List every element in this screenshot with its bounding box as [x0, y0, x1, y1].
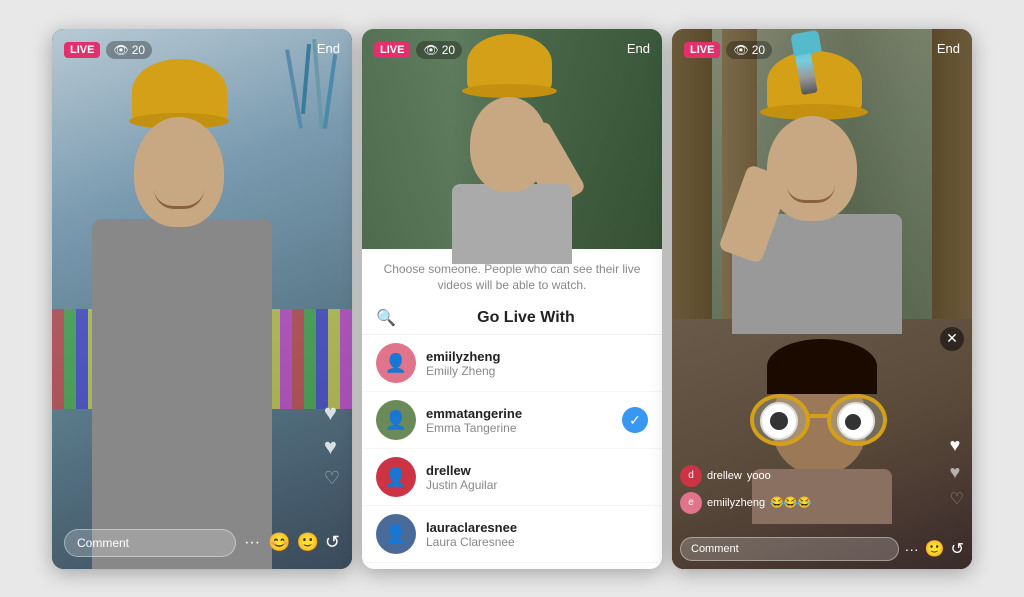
- comment-text-2: 😂😂😂: [770, 496, 811, 509]
- comment-input-s3[interactable]: Comment: [680, 537, 899, 561]
- user-item-3[interactable]: 👤 drellew Justin Aguilar: [362, 449, 662, 506]
- avatar-img-1: 👤: [376, 343, 416, 383]
- viewer-count-s1: 👁 20: [106, 41, 152, 59]
- search-icon[interactable]: 🔍: [376, 308, 396, 328]
- close-guest-button[interactable]: ✕: [940, 327, 964, 351]
- face-filter-icon-s1[interactable]: 🙂: [296, 532, 318, 553]
- viewer-count-s2: 👁 20: [416, 41, 462, 59]
- end-button-s3[interactable]: End: [937, 41, 960, 56]
- avatar-img-2: 👤: [376, 400, 416, 440]
- share-icon-s1[interactable]: ↺: [325, 532, 340, 553]
- user-list: 👤 emiilyzheng Emiily Zheng 👤 emmatangeri…: [362, 335, 662, 568]
- eye-icon-s3: 👁: [733, 43, 748, 57]
- user-handle-3: drellew: [426, 463, 648, 478]
- user-info-4: lauraclaresnee Laura Claresnee: [426, 520, 648, 549]
- selected-check-2: ✓: [622, 407, 648, 433]
- more-options-s3[interactable]: ···: [905, 541, 919, 557]
- user-item-4[interactable]: 👤 lauraclaresnee Laura Claresnee: [362, 506, 662, 563]
- comment-input-s1[interactable]: Comment: [64, 529, 236, 557]
- user-handle-2: emmatangerine: [426, 406, 622, 421]
- avatar-img-4: 👤: [376, 514, 416, 554]
- user-avatar-2: 👤: [376, 400, 416, 440]
- comment-text-1: yooo: [747, 470, 771, 482]
- screen2-video: LIVE 👁 20 End: [362, 29, 662, 249]
- user-info-3: drellew Justin Aguilar: [426, 463, 648, 492]
- hearts-s1: ♥ ♥ ♡: [324, 400, 340, 489]
- user-avatar-3: 👤: [376, 457, 416, 497]
- live-tag-s1: LIVE: [64, 42, 100, 58]
- live-tag-s3: LIVE: [684, 42, 720, 58]
- heart-s3-1: ♥: [950, 435, 964, 456]
- user-name-3: Justin Aguilar: [426, 478, 648, 492]
- comment-bar-s1: Comment ··· 😊 🙂 ↺: [64, 529, 340, 557]
- comment-bubble-1: d drellew yooo: [680, 465, 811, 487]
- comment-bubble-2: e emiilyzheng 😂😂😂: [680, 492, 811, 514]
- heart-icon-3: ♡: [324, 468, 340, 489]
- user-name-1: Emiily Zheng: [426, 364, 648, 378]
- viewer-count-s3: 👁 20: [726, 41, 772, 59]
- search-row: 🔍 Go Live With: [362, 302, 662, 335]
- heart-icon-1: ♥: [324, 400, 340, 426]
- eye-icon-s2: 👁: [423, 43, 438, 57]
- screen3-bottom-video: ✕: [672, 319, 972, 569]
- heart-s3-2: ♥: [950, 462, 964, 483]
- eye-icon-s1: 👁: [113, 43, 128, 57]
- comment-bubbles: d drellew yooo e emiilyzheng 😂😂😂: [680, 465, 811, 519]
- emoji-icon-s1[interactable]: 😊: [268, 532, 290, 553]
- live-tag-s2: LIVE: [374, 42, 410, 58]
- user-info-2: emmatangerine Emma Tangerine: [426, 406, 622, 435]
- screen3-live-badge: LIVE 👁 20: [684, 41, 772, 59]
- heart-icon-2: ♥: [324, 434, 340, 460]
- more-options-s1[interactable]: ···: [244, 534, 260, 552]
- user-avatar-1: 👤: [376, 343, 416, 383]
- screen2-golive: LIVE 👁 20 End Choose someone. People who…: [362, 29, 662, 569]
- user-item-2[interactable]: 👤 emmatangerine Emma Tangerine ✓: [362, 392, 662, 449]
- user-item-5[interactable]: 👤 Deitch Maud Deitch: [362, 563, 662, 568]
- hearts-s3: ♥ ♥ ♡: [950, 435, 964, 509]
- comment-avatar-2: e: [680, 492, 702, 514]
- comment-icons-s1: 😊 🙂 ↺: [268, 532, 340, 553]
- user-item-1[interactable]: 👤 emiilyzheng Emiily Zheng: [362, 335, 662, 392]
- user-handle-4: lauraclaresnee: [426, 520, 648, 535]
- comment-user-2: emiilyzheng: [707, 497, 765, 509]
- user-avatar-4: 👤: [376, 514, 416, 554]
- screen1-live-badge: LIVE 👁 20: [64, 41, 152, 59]
- end-button-s2[interactable]: End: [627, 41, 650, 56]
- go-live-panel: Choose someone. People who can see their…: [362, 249, 662, 569]
- end-button-s1[interactable]: End: [317, 41, 340, 56]
- user-handle-1: emiilyzheng: [426, 349, 648, 364]
- screen2-live-badge: LIVE 👁 20: [374, 41, 462, 59]
- avatar-img-3: 👤: [376, 457, 416, 497]
- heart-s3-3: ♡: [950, 489, 964, 509]
- comment-avatar-1: d: [680, 465, 702, 487]
- share-icon-s3[interactable]: ↺: [951, 539, 964, 559]
- screen1-live: LIVE 👁 20 End ♥ ♥ ♡ Comment ··· 😊 🙂: [52, 29, 352, 569]
- go-live-title: Go Live With: [404, 309, 648, 327]
- screen3-split: LIVE 👁 20 End ✕: [672, 29, 972, 569]
- comment-user-1: drellew: [707, 470, 742, 482]
- user-info-1: emiilyzheng Emiily Zheng: [426, 349, 648, 378]
- comment-bar-s3: Comment ··· 🙂 ↺: [680, 537, 964, 561]
- user-name-2: Emma Tangerine: [426, 421, 622, 435]
- user-name-4: Laura Claresnee: [426, 535, 648, 549]
- emoji-icon-s3[interactable]: 🙂: [925, 539, 945, 559]
- screen3-top-video: LIVE 👁 20 End: [672, 29, 972, 319]
